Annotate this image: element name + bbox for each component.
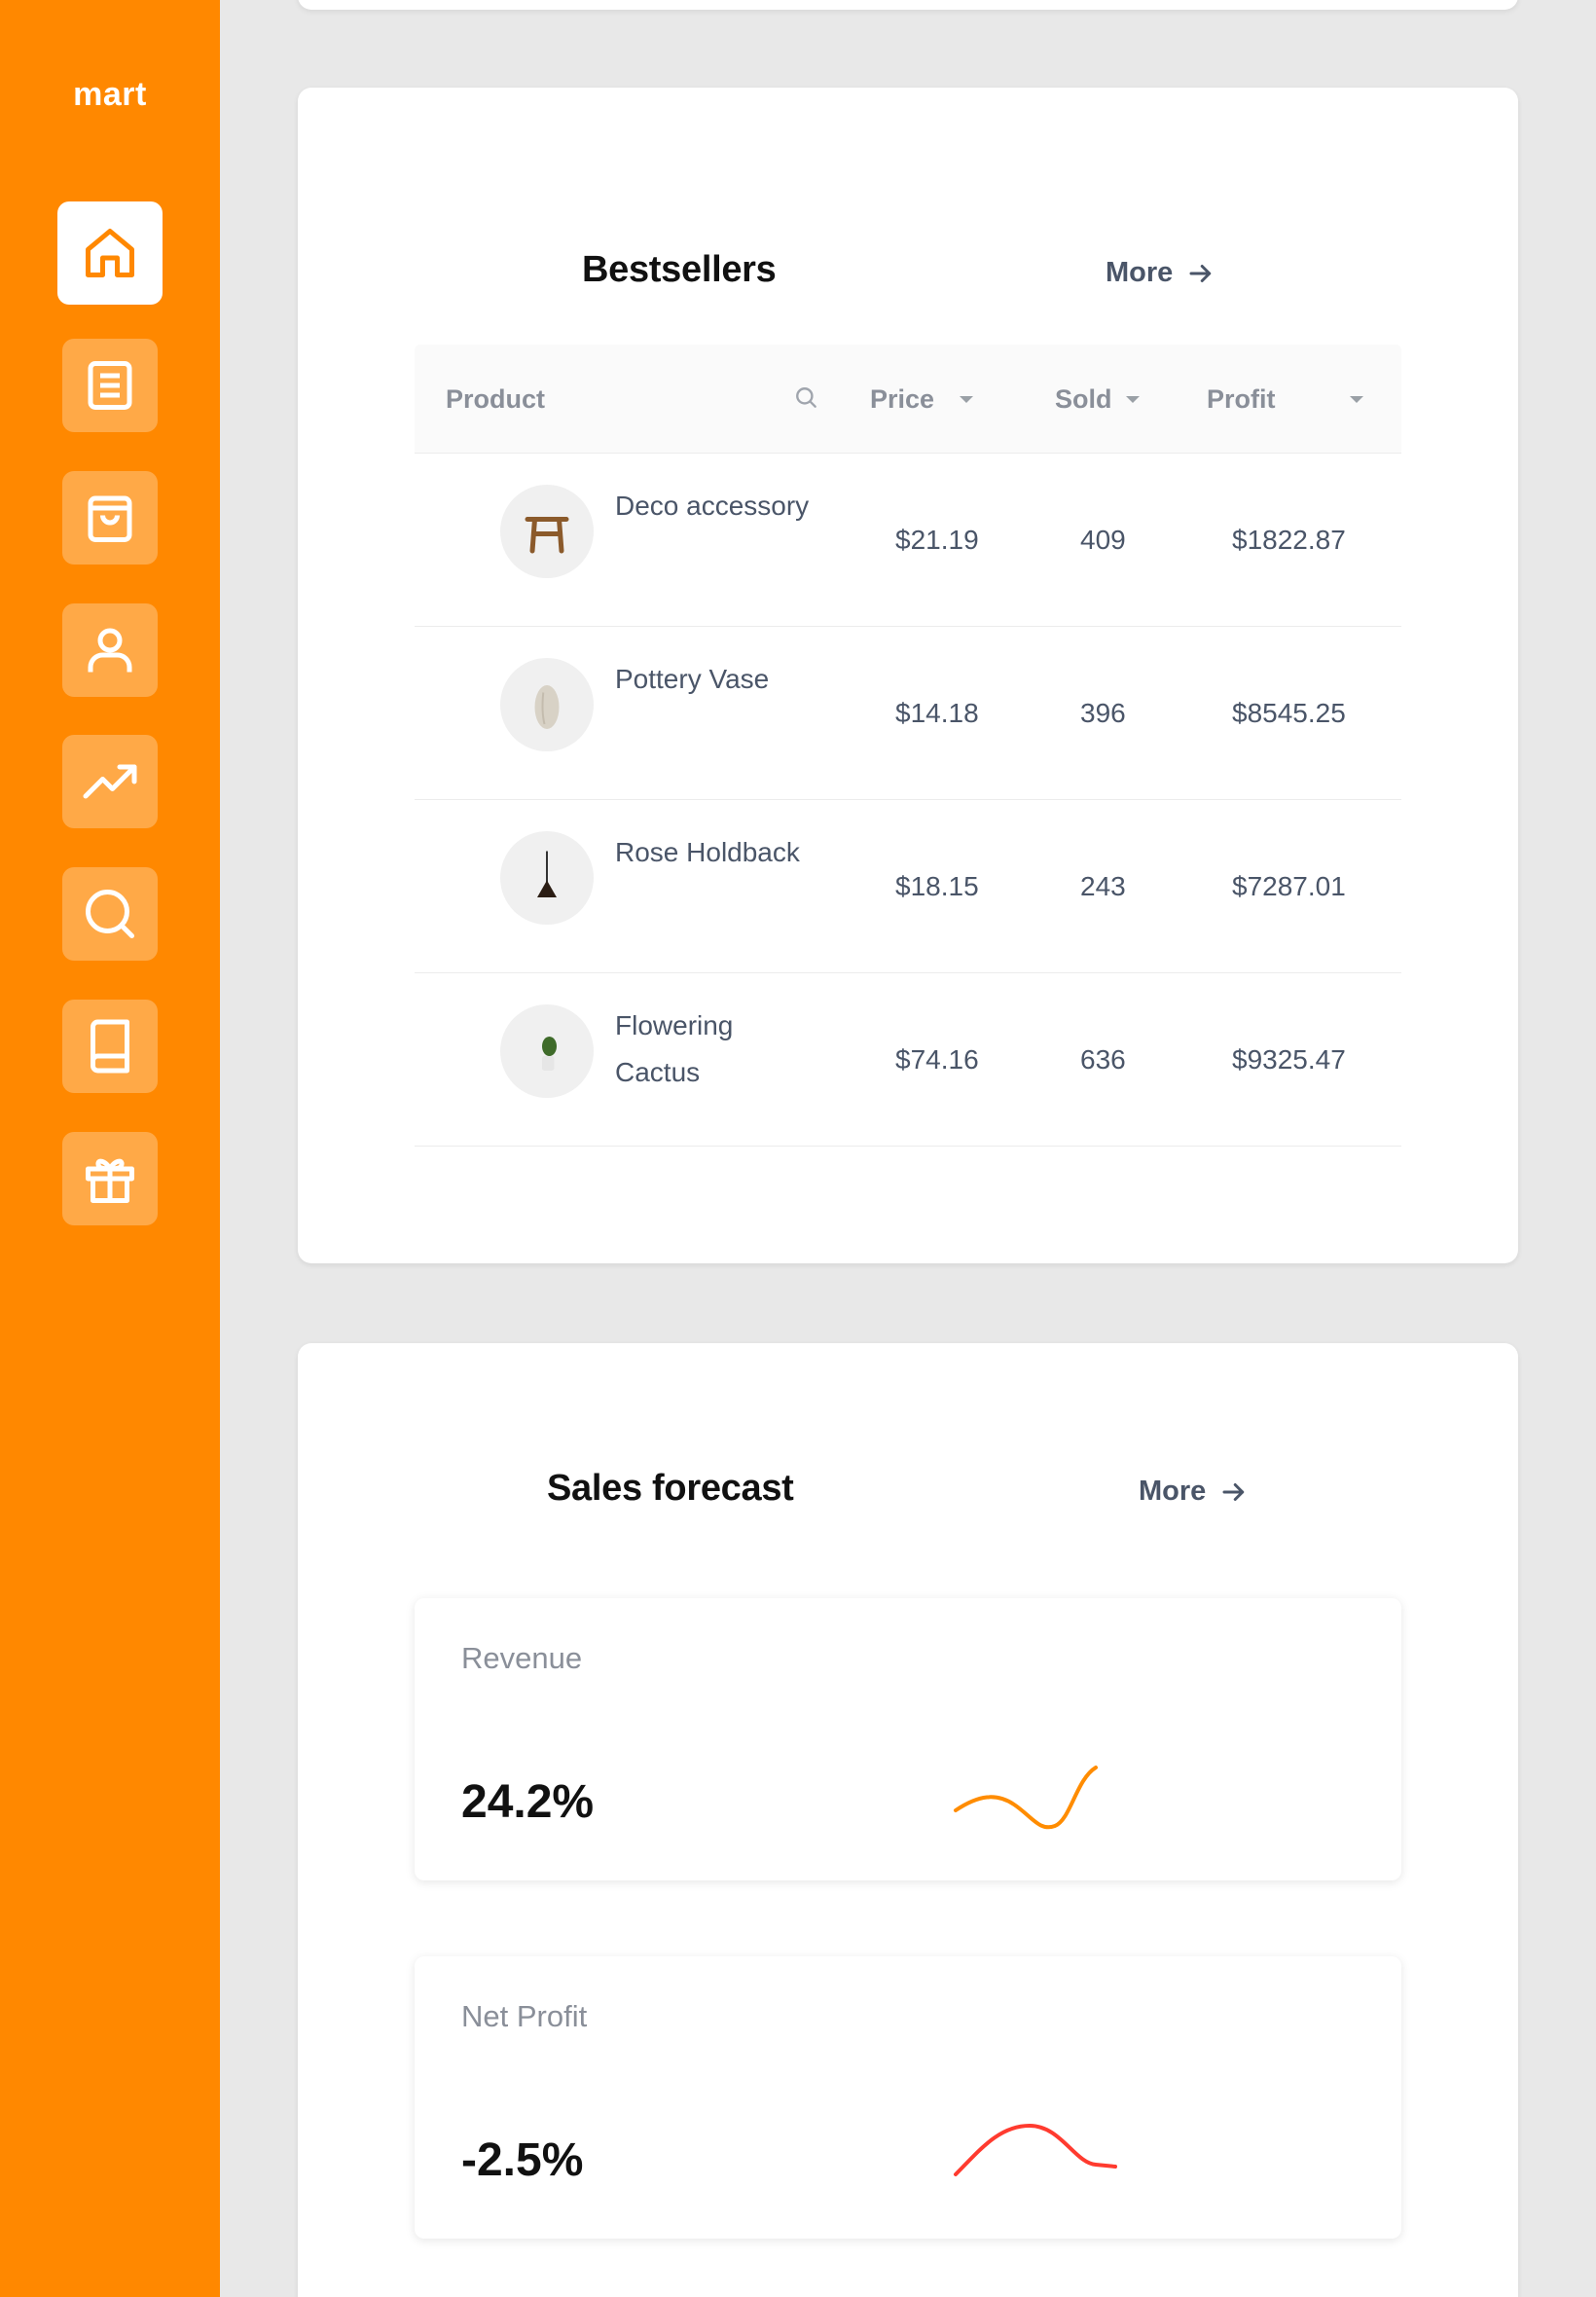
arrow-right-icon: [1222, 1482, 1245, 1501]
sales-forecast-title: Sales forecast: [547, 1468, 794, 1509]
nav-analytics[interactable]: [62, 735, 158, 828]
user-icon: [88, 628, 132, 673]
product-name: Pottery Vase: [615, 664, 770, 694]
column-price[interactable]: Price: [870, 345, 974, 454]
nav-documents[interactable]: [62, 339, 158, 432]
product-price: $14.18: [895, 698, 979, 728]
nav-gifts[interactable]: [62, 1132, 158, 1225]
more-label: More: [1106, 257, 1174, 288]
column-product[interactable]: Product: [446, 345, 545, 454]
product-price: $18.15: [895, 871, 979, 901]
table-row[interactable]: Rose Holdback $18.15 243 $7287.01: [415, 800, 1401, 973]
product-sold: 409: [1080, 525, 1126, 555]
previous-card: [298, 0, 1518, 10]
product-name: Rose Holdback: [615, 837, 800, 867]
net-profit-card[interactable]: Net Profit -2.5%: [415, 1956, 1401, 2239]
column-sold[interactable]: Sold: [1055, 345, 1140, 454]
product-thumbnail: [500, 658, 594, 751]
product-name: Flowering Cactus: [615, 1010, 734, 1087]
product-profit: $9325.47: [1232, 1044, 1346, 1075]
nav-users[interactable]: [62, 603, 158, 697]
sales-more-button[interactable]: More: [1139, 1476, 1249, 1508]
table-header: Product Price Sold Profit: [415, 345, 1401, 454]
bestsellers-table: Product Price Sold Profit Deco accessory…: [415, 345, 1401, 1147]
net-profit-value: -2.5%: [461, 2134, 584, 2186]
column-profit[interactable]: Profit: [1207, 345, 1363, 454]
trending-up-icon: [83, 764, 137, 799]
gift-icon: [86, 1158, 134, 1203]
net-profit-label: Net Profit: [461, 1999, 588, 2033]
more-label: More: [1139, 1476, 1207, 1507]
vase-icon: [534, 685, 560, 729]
sales-forecast-card: Sales forecast More Revenue 24.2% Net Pr…: [298, 1343, 1518, 2297]
arrow-right-icon: [1189, 264, 1212, 282]
sort-caret-icon: [1125, 395, 1140, 403]
product-sold: 396: [1080, 698, 1126, 728]
sort-caret-icon: [960, 395, 974, 403]
nav-home[interactable]: [57, 201, 163, 305]
product-sold: 636: [1080, 1044, 1126, 1075]
search-icon: [86, 890, 134, 938]
bestsellers-more-button[interactable]: More: [1106, 257, 1215, 289]
sort-caret-icon: [1349, 395, 1363, 403]
nav-shop[interactable]: [62, 471, 158, 565]
sidebar: mart: [0, 0, 220, 2297]
product-profit: $7287.01: [1232, 871, 1346, 901]
lamp-icon: [537, 851, 557, 897]
stool-icon: [525, 517, 569, 554]
home-icon: [86, 229, 134, 277]
net-profit-sparkline: [954, 2123, 1117, 2176]
brand-logo: mart: [73, 76, 147, 113]
product-thumbnail: [500, 485, 594, 578]
product-price: $74.16: [895, 1044, 979, 1075]
bestsellers-card: Bestsellers More Product Price Sold Prof…: [298, 88, 1518, 1263]
table-row[interactable]: Pottery Vase $14.18 396 $8545.25: [415, 627, 1401, 800]
cactus-icon: [542, 1037, 557, 1071]
product-profit: $1822.87: [1232, 525, 1346, 555]
table-row[interactable]: Deco accessory $21.19 409 $1822.87: [415, 454, 1401, 627]
product-thumbnail: [500, 1004, 594, 1098]
revenue-value: 24.2%: [461, 1776, 595, 1828]
table-row[interactable]: Flowering Cactus $74.16 636 $9325.47: [415, 973, 1401, 1147]
revenue-sparkline: [954, 1766, 1098, 1830]
nav-catalog[interactable]: [62, 1000, 158, 1093]
search-icon[interactable]: [794, 385, 819, 411]
book-icon: [91, 1019, 129, 1074]
product-price: $21.19: [895, 525, 979, 555]
nav-search[interactable]: [62, 867, 158, 961]
product-profit: $8545.25: [1232, 698, 1346, 728]
product-sold: 243: [1080, 871, 1126, 901]
revenue-label: Revenue: [461, 1641, 583, 1675]
product-thumbnail: [500, 831, 594, 925]
shopping-bag-icon: [88, 495, 132, 542]
revenue-card[interactable]: Revenue 24.2%: [415, 1598, 1401, 1880]
product-name: Deco accessory: [615, 491, 810, 521]
document-icon: [88, 361, 132, 410]
bestsellers-title: Bestsellers: [582, 249, 777, 290]
